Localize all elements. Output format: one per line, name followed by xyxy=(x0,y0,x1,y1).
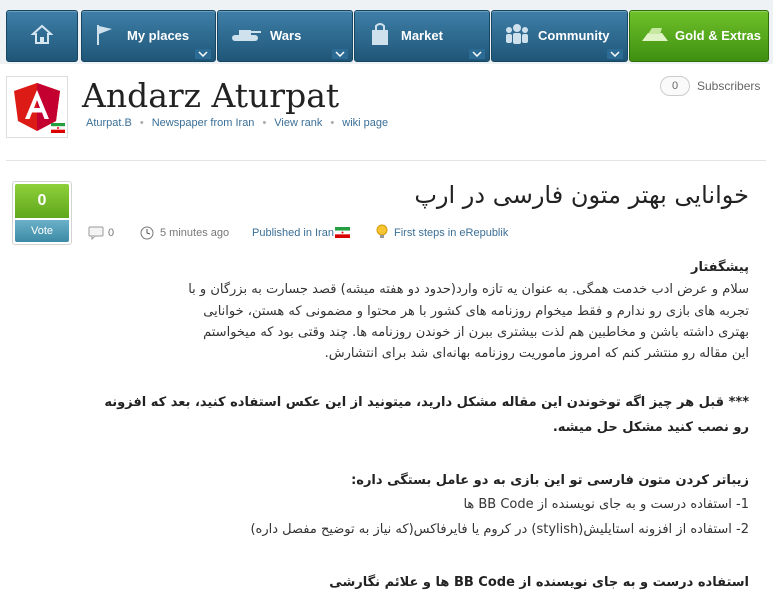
tank-icon xyxy=(232,30,261,41)
chevron-down-icon[interactable] xyxy=(332,49,348,59)
wiki-page-link[interactable]: wiki page xyxy=(342,117,388,129)
heading-bbcode: استفاده درست و به جای نویسنده از BB Code… xyxy=(329,575,749,590)
paragraph-line: تجربه های بازی رو ندارم و فقط میخوام روز… xyxy=(203,304,749,319)
list-item: 1- استفاده درست و به جای نویسنده از BB C… xyxy=(463,497,749,512)
tab-label: Gold & Extras xyxy=(675,28,761,43)
paragraph-line: سلام و عرض ادب خدمت همگی. به عنوان یه تا… xyxy=(188,282,749,297)
subscribers-label[interactable]: Subscribers xyxy=(697,79,760,93)
divider xyxy=(6,160,766,161)
home-icon xyxy=(31,24,53,44)
published-country-link[interactable]: Published in Iran xyxy=(252,227,334,239)
comment-count[interactable]: 0 xyxy=(108,227,114,239)
heading-beautify: زیباتر کردن متون فارسی تو این بازی به دو… xyxy=(351,473,749,488)
people-icon xyxy=(506,24,528,44)
clock-icon xyxy=(140,226,154,240)
subscribers-count[interactable]: 0 xyxy=(660,76,690,96)
top-navigation: My places Wars Market Community Gold & E… xyxy=(0,0,773,64)
tab-my-places[interactable]: My places xyxy=(81,10,216,62)
newspaper-country-link[interactable]: Newspaper from Iran xyxy=(152,117,255,129)
tab-community[interactable]: Community xyxy=(491,10,628,62)
vote-count: 0 xyxy=(15,184,69,218)
chevron-down-icon[interactable] xyxy=(607,49,623,59)
tab-label: My places xyxy=(127,28,190,43)
tab-market[interactable]: Market xyxy=(354,10,490,62)
chevron-down-icon[interactable] xyxy=(469,49,485,59)
published-time: 5 minutes ago xyxy=(160,227,230,239)
newspaper-title: Andarz Aturpat xyxy=(82,76,340,115)
tab-gold-extras[interactable]: Gold & Extras xyxy=(629,10,769,62)
vote-box: 0 Vote xyxy=(12,181,72,245)
paragraph-line: رو نصب کنید مشکل حل میشه. xyxy=(552,420,749,435)
tab-label: Community xyxy=(538,28,610,43)
chevron-down-icon[interactable] xyxy=(195,49,211,59)
tab-label: Wars xyxy=(270,28,302,43)
iran-flag-icon xyxy=(335,227,350,238)
iran-flag-icon xyxy=(51,123,65,133)
shopping-bag-icon xyxy=(372,23,388,45)
paragraph-line: این مقاله رو منتشر کنم که امروز ماموریت … xyxy=(324,346,749,361)
vote-button[interactable]: Vote xyxy=(15,220,69,242)
view-rank-link[interactable]: View rank xyxy=(274,117,322,129)
tab-home[interactable] xyxy=(6,10,78,62)
lightbulb-icon xyxy=(376,224,388,238)
gold-bars-icon xyxy=(642,28,668,41)
article-title: خوانایی بهتر متون فارسی در ارپ xyxy=(414,181,749,209)
list-item: 2- استفاده از افزونه استایلیش(stylish) د… xyxy=(250,522,749,537)
newspaper-subline: Aturpat.B • Newspaper from Iran • View rank •… xyxy=(86,117,389,129)
paragraph-line: بهتری داشته باشن و مخاطبین هم لذت بیشتری… xyxy=(203,325,749,340)
article-category-link[interactable]: First steps in eRepublik xyxy=(394,227,508,239)
comment-icon[interactable] xyxy=(88,226,104,240)
tab-label: Market xyxy=(401,28,443,43)
heading-preface: پیشگفتار xyxy=(690,260,749,275)
newspaper-avatar[interactable] xyxy=(6,76,68,138)
tab-wars[interactable]: Wars xyxy=(217,10,353,62)
flag-icon xyxy=(97,25,112,45)
paragraph-line: *** قبل هر چیز اگه توخوندن این مقاله مشک… xyxy=(104,395,749,410)
owner-link[interactable]: Aturpat.B xyxy=(86,117,132,129)
